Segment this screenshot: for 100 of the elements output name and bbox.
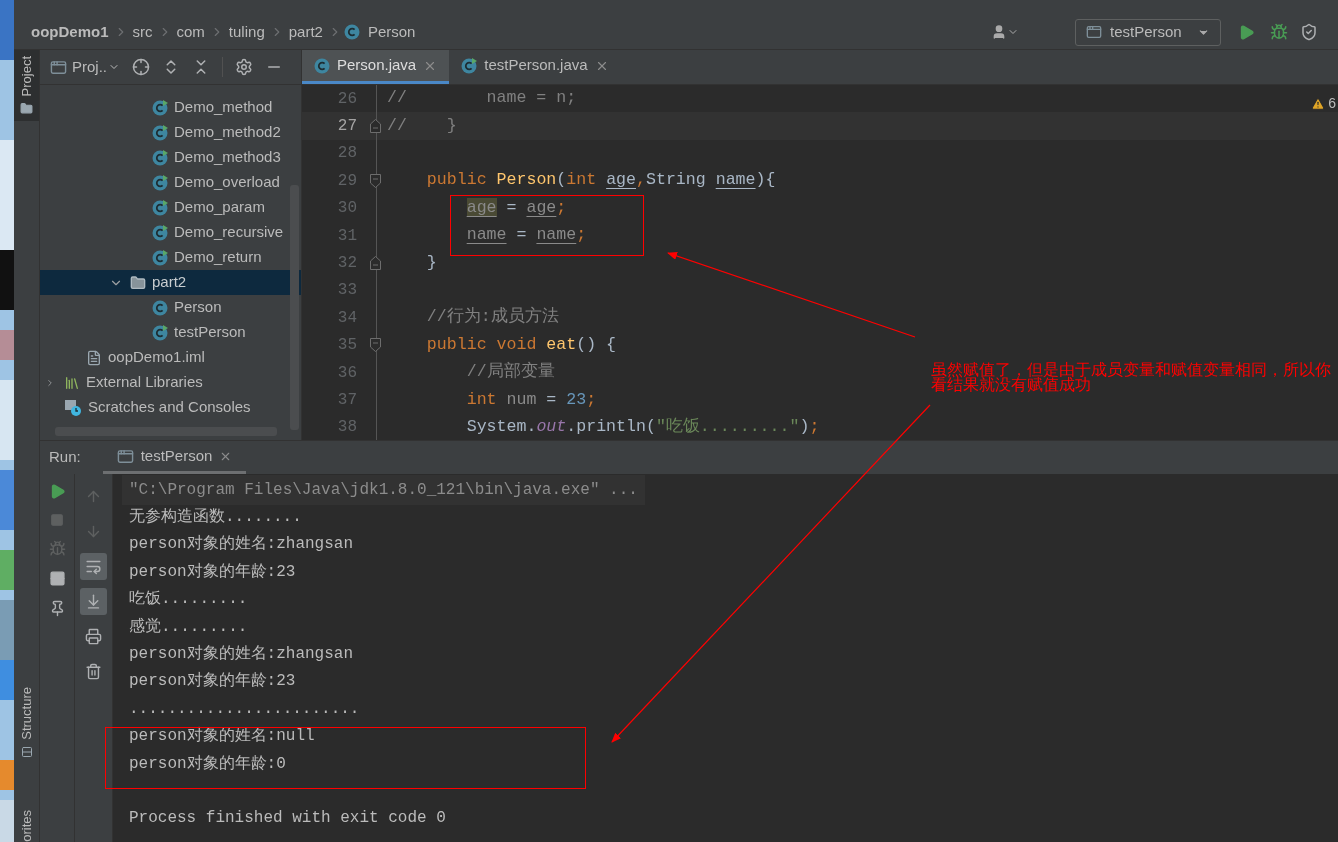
wrap-icon[interactable] <box>80 553 107 580</box>
locate-icon[interactable] <box>132 58 150 76</box>
tree-item[interactable]: Demo_method3 <box>40 145 301 170</box>
file-icon <box>86 349 102 366</box>
code-text: int num = 23; <box>465 388 597 411</box>
breadcrumb[interactable]: com <box>173 20 208 44</box>
code-text: //局部变量 <box>465 361 555 384</box>
runnable-class-icon <box>152 99 168 116</box>
tree-item[interactable]: Person <box>40 295 301 320</box>
tree-item[interactable]: oopDemo1.iml <box>40 345 301 370</box>
line-number: 36 <box>336 362 357 384</box>
tree-item[interactable]: Demo_method <box>40 95 301 120</box>
console-line: person对象的年龄:0 <box>128 753 287 775</box>
coverage-icon[interactable] <box>1300 23 1318 41</box>
tool-window-tab[interactable]: orites <box>14 804 39 842</box>
runnable-class-icon <box>152 199 168 216</box>
line-number: 26 <box>336 88 357 110</box>
library-icon <box>64 374 80 391</box>
breadcrumb[interactable]: oopDemo1 <box>28 20 112 44</box>
tree-item[interactable]: Demo_recursive <box>40 220 301 245</box>
code-text: System.out.println("吃饭........."); <box>465 415 820 438</box>
breadcrumb[interactable]: src <box>129 20 156 44</box>
tool-window-tab[interactable]: Structure <box>14 681 39 765</box>
editor-tab[interactable]: Person.java <box>302 50 450 84</box>
runnable-class-icon <box>152 149 168 166</box>
console-line: Process finished with exit code 0 <box>128 808 447 830</box>
scroll-to-end-icon[interactable] <box>80 588 107 615</box>
scrollbar[interactable] <box>290 185 299 430</box>
line-number: 33 <box>336 280 357 302</box>
line-number: 30 <box>336 198 357 220</box>
console-line: person对象的姓名:zhangsan <box>128 534 355 556</box>
fold-icon[interactable] <box>370 119 381 134</box>
window-icon <box>116 447 134 465</box>
user-icon[interactable] <box>991 24 1007 40</box>
settings-icon[interactable] <box>235 58 253 76</box>
run-configuration-dropdown[interactable]: testPerson <box>1075 18 1221 46</box>
runnable-class-icon <box>152 324 168 341</box>
line-number: 27 <box>336 116 357 138</box>
tree-item[interactable]: part2 <box>40 270 301 295</box>
line-number: 35 <box>336 335 357 357</box>
line-number: 28 <box>336 143 357 165</box>
line-number: 34 <box>336 307 357 329</box>
tree-item[interactable]: External Libraries <box>40 370 301 395</box>
run-panel-title: Run: <box>49 447 81 468</box>
code-text: } <box>425 251 437 274</box>
scratches-icon <box>64 398 82 417</box>
line-number: 37 <box>336 390 357 411</box>
window-icon <box>1086 24 1102 40</box>
fold-icon[interactable] <box>370 256 381 271</box>
tree-item[interactable]: Demo_return <box>40 245 301 270</box>
runnable-class-icon <box>152 124 168 141</box>
tree-item[interactable]: Demo_method2 <box>40 120 301 145</box>
tree-item[interactable]: Demo_overload <box>40 170 301 195</box>
code-text: public Person(int age,String name){ <box>425 169 776 192</box>
fold-icon[interactable] <box>370 173 381 188</box>
class-icon <box>314 57 330 74</box>
runnable-class-icon <box>152 224 168 241</box>
console-line: person对象的年龄:23 <box>128 561 297 583</box>
console-line: person对象的姓名:null <box>128 726 316 748</box>
line-number: 29 <box>336 170 357 192</box>
console-line: 感觉......... <box>128 616 249 638</box>
tree-item[interactable]: testPerson <box>40 320 301 345</box>
code-text: // name = n; <box>387 87 577 110</box>
code-text: name = name; <box>465 224 587 247</box>
bug-icon[interactable] <box>1270 23 1288 41</box>
console-line: ........................ <box>128 698 361 720</box>
runnable-class-icon <box>152 249 168 266</box>
class-icon <box>343 24 360 40</box>
folder-icon <box>20 102 33 116</box>
warning-icon <box>1311 96 1326 111</box>
code-text: public void eat() { <box>425 333 617 356</box>
annotation-note: 虽然赋值了，但是由于成员变量和赋值变量相同，所以你看结果就没有赋值成功 <box>931 362 1332 392</box>
tree-item[interactable]: Demo_param <box>40 195 301 220</box>
line-number: 32 <box>336 253 357 275</box>
breadcrumb[interactable]: tuling <box>225 20 268 44</box>
console-line: person对象的年龄:23 <box>128 671 297 693</box>
console-line: 吃饭......... <box>128 589 249 611</box>
warning-counter[interactable]: 6 <box>1311 93 1336 114</box>
chevron-right-icon[interactable] <box>45 377 55 388</box>
runnable-class-icon <box>152 174 168 191</box>
tree-item[interactable]: Scratches and Consoles <box>40 395 301 420</box>
console-line: person对象的姓名:zhangsan <box>128 644 355 666</box>
code-text: // } <box>387 114 457 137</box>
runnable-class-icon <box>461 57 478 74</box>
code-text: age = age; <box>465 196 567 219</box>
tool-window-tab[interactable]: Project <box>14 50 39 122</box>
window-icon <box>50 58 67 76</box>
layout-icon[interactable] <box>48 570 66 587</box>
console-line: 无参构造函数........ <box>128 507 303 529</box>
structure-icon <box>20 746 33 759</box>
view-dropdown[interactable]: Proj.. <box>50 55 120 79</box>
run-icon[interactable] <box>1238 23 1255 41</box>
class-icon <box>152 299 168 316</box>
line-number: 31 <box>336 225 357 247</box>
code-text: //行为:成员方法 <box>425 306 559 329</box>
folder-icon <box>130 274 146 291</box>
breadcrumb[interactable]: Person <box>364 20 419 44</box>
breadcrumb[interactable]: part2 <box>285 20 326 44</box>
editor-tab[interactable]: testPerson.java <box>449 50 621 84</box>
fold-icon[interactable] <box>370 338 381 353</box>
